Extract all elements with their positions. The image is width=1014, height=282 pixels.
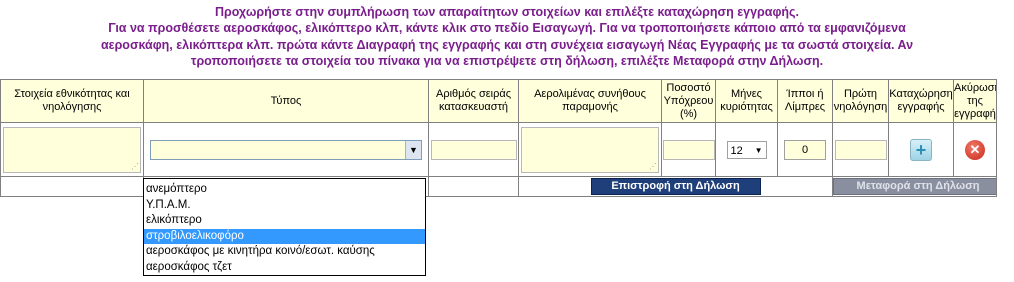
- dropdown-option[interactable]: Υ.Π.Α.Μ.: [144, 198, 425, 214]
- header-row: Στοιχεία εθνικότητας και νηολόγησης Τύπο…: [0, 79, 997, 123]
- resize-grip-icon[interactable]: ⋰: [649, 162, 657, 171]
- footer-back-cell: Επιστροφή στη Δήλωση: [518, 176, 833, 197]
- dropdown-option[interactable]: αεροσκάφος με κινητήρα κοινό/εσωτ. καύση…: [144, 244, 425, 260]
- back-to-declaration-button[interactable]: Επιστροφή στη Δήλωση: [590, 178, 761, 195]
- dropdown-option[interactable]: ανεμόπτερο: [144, 182, 425, 198]
- entry-row: ⋰ ▼ ⋰ 12 ▼ 0 + ✕: [0, 122, 997, 177]
- home-airport-textarea[interactable]: ⋰: [521, 126, 659, 173]
- header-months: Μήνες κυριότητας: [715, 79, 778, 123]
- header-percent: Ποσοστό Υπόχρεου (%): [661, 79, 716, 123]
- cancel-x-icon[interactable]: ✕: [965, 139, 985, 160]
- resize-grip-icon[interactable]: ⋰: [131, 162, 139, 171]
- serial-number-input[interactable]: [430, 139, 517, 160]
- instruction-line: Για να προσθέσετε αεροσκάφος, ελικόπτερο…: [108, 21, 906, 36]
- dropdown-option[interactable]: αεροσκάφος τζετ: [144, 260, 425, 276]
- cell-percent: [661, 122, 716, 177]
- header-type: Τύπος: [143, 79, 429, 123]
- instruction-line: Προχωρήστε στην συμπλήρωση των απαραίτητ…: [214, 5, 800, 19]
- instruction-line: τροποποιήσετε τα στοιχεία του πίνακα για…: [190, 54, 824, 69]
- dropdown-option-selected[interactable]: στροβιλοελικοφόρο: [144, 228, 425, 245]
- months-select[interactable]: 12 ▼: [726, 140, 767, 159]
- cell-airport: ⋰: [518, 122, 662, 177]
- instruction-line: αεροσκάφη, ελικόπτερα κλπ. πρώτα κάντε Δ…: [100, 37, 914, 52]
- chevron-down-icon: ▼: [754, 145, 763, 155]
- header-airport: Αερολιμένας συνήθους παραμονής: [518, 79, 662, 123]
- hp-input[interactable]: 0: [784, 139, 826, 160]
- chevron-down-icon[interactable]: ▼: [405, 140, 421, 159]
- cell-serial: [428, 122, 519, 177]
- cell-first-registration: [832, 122, 889, 177]
- footer-empty: [428, 176, 519, 197]
- footer-transfer-cell: Μεταφορά στη Δήλωση: [832, 176, 997, 197]
- cell-months: 12 ▼: [715, 122, 778, 177]
- header-first-registration: Πρώτη νηολόγηση: [832, 79, 889, 123]
- cell-hp: 0: [777, 122, 833, 177]
- header-hp: Ίπποι ή Λίμπρες: [777, 79, 833, 123]
- header-id: Στοιχεία εθνικότητας και νηολόγησης: [0, 79, 144, 123]
- transfer-to-declaration-button[interactable]: Μεταφορά στη Δήλωση: [833, 178, 996, 195]
- cell-type: ▼: [143, 122, 429, 177]
- type-select[interactable]: ▼: [150, 139, 422, 160]
- type-dropdown-list[interactable]: ανεμόπτερο Υ.Π.Α.Μ. ελικόπτερο στροβιλοε…: [143, 178, 426, 276]
- instructions-text: Προχωρήστε στην συμπλήρωση των απαραίτητ…: [0, 4, 1014, 70]
- cell-id: ⋰: [0, 122, 144, 177]
- cell-cancel: ✕: [953, 122, 997, 177]
- percent-input[interactable]: [662, 139, 715, 160]
- header-save: Καταχώρηση εγγραφής: [888, 79, 954, 123]
- dropdown-option[interactable]: ελικόπτερο: [144, 213, 425, 229]
- footer-empty: [0, 176, 144, 197]
- header-cancel: Ακύρωση της εγγραφή: [953, 79, 997, 123]
- first-registration-input[interactable]: [834, 139, 887, 160]
- header-serial: Αριθμός σειράς κατασκευαστή: [428, 79, 519, 123]
- plus-icon[interactable]: +: [910, 138, 932, 161]
- cell-save: +: [888, 122, 954, 177]
- nationality-registration-textarea[interactable]: ⋰: [3, 126, 141, 173]
- months-select-value: 12: [730, 144, 743, 157]
